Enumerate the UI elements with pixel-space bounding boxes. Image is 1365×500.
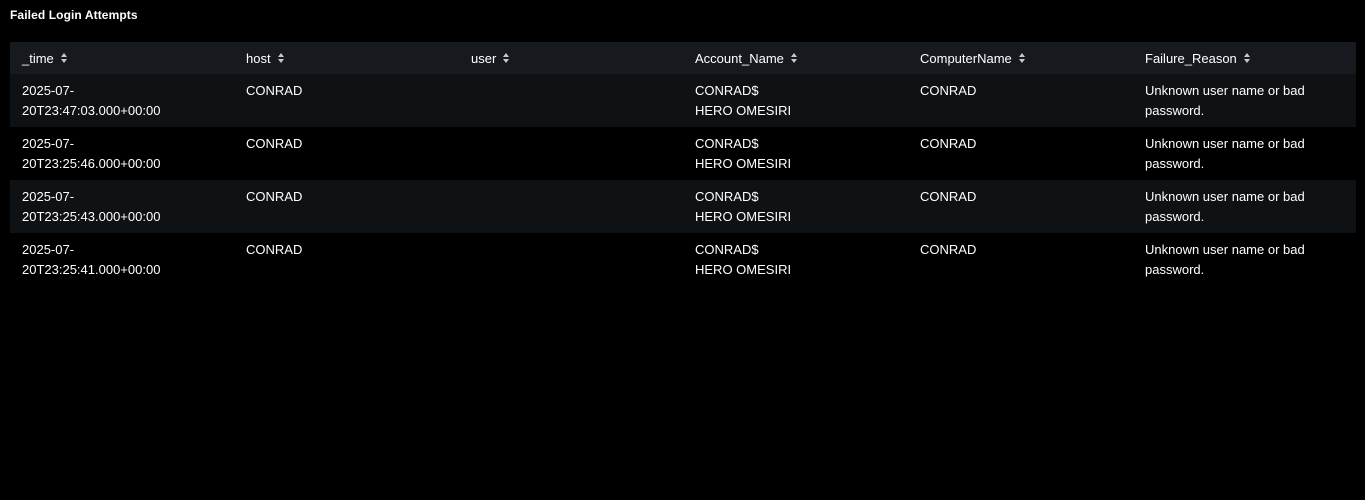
cell-time-line: 2025-07- [22,189,75,204]
column-header-time[interactable]: _time [10,42,234,74]
cell-computer-name[interactable]: CONRAD [908,233,1133,286]
cell-account-name: CONRAD$ HERO OMESIRI [683,233,908,286]
cell-host[interactable]: CONRAD [234,233,459,286]
results-table-container: _time host user Account_Name ComputerNam… [10,42,1356,286]
sort-icon[interactable] [502,52,510,64]
cell-time-line: 20T23:25:46.000+00:00 [22,156,161,171]
cell-host[interactable]: CONRAD [234,74,459,127]
table-header: _time host user Account_Name ComputerNam… [10,42,1356,74]
cell-computer-name[interactable]: CONRAD [908,180,1133,233]
cell-time: 2025-07- 20T23:25:46.000+00:00 [10,127,234,180]
cell-time-line: 20T23:25:41.000+00:00 [22,262,161,277]
sort-icon[interactable] [277,52,285,64]
account-name-value[interactable]: CONRAD$ [695,187,896,207]
sort-icon[interactable] [1243,52,1251,64]
table-row[interactable]: 2025-07- 20T23:25:41.000+00:00 CONRAD CON… [10,233,1356,286]
account-name-value[interactable]: HERO OMESIRI [695,101,896,121]
cell-time-line: 20T23:25:43.000+00:00 [22,209,161,224]
table-row[interactable]: 2025-07- 20T23:25:46.000+00:00 CONRAD CON… [10,127,1356,180]
column-header-label: host [246,50,271,66]
header-row: _time host user Account_Name ComputerNam… [10,42,1356,74]
account-name-value[interactable]: HERO OMESIRI [695,154,896,174]
column-header-label: Failure_Reason [1145,50,1237,66]
cell-time: 2025-07- 20T23:25:43.000+00:00 [10,180,234,233]
sort-icon[interactable] [1018,52,1026,64]
account-name-value[interactable]: CONRAD$ [695,81,896,101]
cell-user[interactable] [459,74,683,127]
cell-user[interactable] [459,180,683,233]
cell-failure-reason[interactable]: Unknown user name or bad password. [1133,127,1356,180]
results-table: _time host user Account_Name ComputerNam… [10,42,1356,286]
cell-time-line: 2025-07- [22,242,75,257]
account-name-value[interactable]: HERO OMESIRI [695,260,896,280]
cell-failure-reason[interactable]: Unknown user name or bad password. [1133,74,1356,127]
cell-time-line: 2025-07- [22,83,75,98]
cell-host[interactable]: CONRAD [234,180,459,233]
table-row[interactable]: 2025-07- 20T23:25:43.000+00:00 CONRAD CON… [10,180,1356,233]
cell-account-name: CONRAD$ HERO OMESIRI [683,74,908,127]
table-body: 2025-07- 20T23:47:03.000+00:00 CONRAD CON… [10,74,1356,286]
column-header-label: ComputerName [920,50,1012,66]
cell-host[interactable]: CONRAD [234,127,459,180]
cell-time-line: 20T23:47:03.000+00:00 [22,103,161,118]
column-header-account-name[interactable]: Account_Name [683,42,908,74]
column-header-computer-name[interactable]: ComputerName [908,42,1133,74]
panel-title: Failed Login Attempts [10,8,138,22]
column-header-label: Account_Name [695,50,784,66]
cell-account-name: CONRAD$ HERO OMESIRI [683,180,908,233]
table-row[interactable]: 2025-07- 20T23:47:03.000+00:00 CONRAD CON… [10,74,1356,127]
sort-icon[interactable] [790,52,798,64]
cell-computer-name[interactable]: CONRAD [908,74,1133,127]
column-header-label: user [471,50,497,66]
cell-time-line: 2025-07- [22,136,75,151]
sort-icon[interactable] [60,52,68,64]
cell-time: 2025-07- 20T23:25:41.000+00:00 [10,233,234,286]
column-header-host[interactable]: host [234,42,459,74]
column-header-label: _time [22,50,54,66]
column-header-user[interactable]: user [459,42,683,74]
cell-failure-reason[interactable]: Unknown user name or bad password. [1133,180,1356,233]
account-name-value[interactable]: HERO OMESIRI [695,207,896,227]
cell-account-name: CONRAD$ HERO OMESIRI [683,127,908,180]
cell-user[interactable] [459,127,683,180]
column-header-failure-reason[interactable]: Failure_Reason [1133,42,1356,74]
cell-time: 2025-07- 20T23:47:03.000+00:00 [10,74,234,127]
cell-computer-name[interactable]: CONRAD [908,127,1133,180]
cell-user[interactable] [459,233,683,286]
account-name-value[interactable]: CONRAD$ [695,134,896,154]
cell-failure-reason[interactable]: Unknown user name or bad password. [1133,233,1356,286]
account-name-value[interactable]: CONRAD$ [695,240,896,260]
